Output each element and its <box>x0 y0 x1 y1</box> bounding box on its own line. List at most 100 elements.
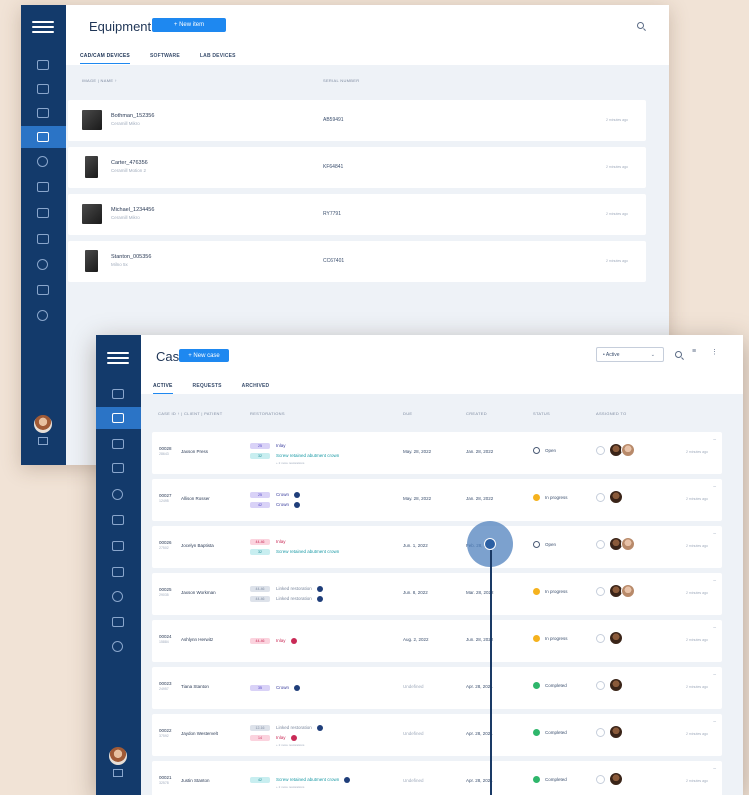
table-row[interactable]: Michael_1234456 Ceramill Mikro RY7791 2 … <box>68 194 646 235</box>
assignee-avatar[interactable] <box>621 443 635 457</box>
column-created[interactable]: CREATED <box>466 411 487 416</box>
status-label: Open <box>545 448 557 453</box>
table-row[interactable]: 00023 24957 Tiana Stanton 35 Crown Undefined A… <box>152 667 722 709</box>
tab-cad-cam[interactable]: CAD/CAM DEVICES <box>80 53 130 64</box>
clock-icon[interactable] <box>37 259 48 270</box>
row-menu-icon[interactable]: – <box>713 531 716 537</box>
tab-software[interactable]: SOFTWARE <box>150 53 180 64</box>
edit-icon[interactable] <box>596 445 605 455</box>
table-row[interactable]: 00028 28643 Jaxson Press 25 Inlay 32 Screw ret… <box>152 432 722 474</box>
user-avatar[interactable] <box>109 747 127 765</box>
assignee-avatar[interactable] <box>609 772 623 786</box>
edit-icon[interactable] <box>596 774 605 784</box>
help-icon[interactable] <box>37 310 48 321</box>
row-menu-icon[interactable]: – <box>713 578 716 584</box>
edit-icon[interactable] <box>596 727 605 737</box>
grid-icon[interactable] <box>112 389 124 399</box>
box-icon[interactable] <box>112 515 124 525</box>
row-menu-icon[interactable]: – <box>713 672 716 678</box>
sidebar <box>21 5 66 465</box>
box-icon[interactable] <box>37 182 49 192</box>
apps-icon[interactable] <box>113 769 123 777</box>
more-restorations[interactable]: + 2 more restorations <box>276 461 339 465</box>
restoration-item: 12-16 Linked restoration <box>250 723 323 732</box>
status-badge: Completed <box>533 682 567 689</box>
assignee-avatar[interactable] <box>621 584 635 598</box>
updated-time: 2 minutes ago <box>686 779 708 783</box>
row-menu-icon[interactable]: – <box>713 766 716 772</box>
assignee-avatar[interactable] <box>621 537 635 551</box>
table-row[interactable]: 00024 15884 Ashlynn Herwitz 44-46 Inlay Aug. … <box>152 620 722 662</box>
due-date: Aug. 2, 2022 <box>403 637 429 642</box>
status-icon <box>533 776 540 783</box>
more-icon[interactable]: ⋮ <box>711 348 718 356</box>
search-icon[interactable] <box>637 22 644 29</box>
device-model: Ceramill Mikro <box>111 215 140 220</box>
row-menu-icon[interactable]: – <box>713 625 716 631</box>
wallet-icon[interactable] <box>37 234 49 244</box>
table-row[interactable]: Bothman_152356 Ceramill Mikro AB59491 2 … <box>68 100 646 141</box>
table-row[interactable]: 00027 12495 Allison Rosser 25 Crown 42 Crown Ma… <box>152 479 722 521</box>
restoration-name: Linked restoration <box>276 586 312 591</box>
tab-active[interactable]: ACTIVE <box>153 383 173 394</box>
tooth-icon[interactable] <box>112 439 124 449</box>
tab-lab-devices[interactable]: LAB DEVICES <box>200 53 236 64</box>
more-restorations[interactable]: + 2 more restorations <box>276 743 323 747</box>
new-item-button[interactable]: + New item <box>152 18 226 32</box>
tooth-tag: 32 <box>250 452 270 459</box>
edit-icon[interactable] <box>596 492 605 502</box>
chart-icon[interactable] <box>112 541 124 551</box>
updated-time: 2 minutes ago <box>686 685 708 689</box>
chart-icon[interactable] <box>37 208 49 218</box>
tooth-icon[interactable] <box>37 108 49 118</box>
table-row[interactable]: 00026 27502 Jocelyn Baptista 44-46 Inlay 32 Sc… <box>152 526 722 568</box>
clock-icon[interactable] <box>112 591 123 602</box>
table-row[interactable]: 00021 32578 Justin Stanton 42 Screw retained… <box>152 761 722 795</box>
column-serial[interactable]: SERIAL NUMBER <box>323 78 359 83</box>
device-name: Michael_1234456 <box>111 207 155 213</box>
status-badge: In progress <box>533 494 568 501</box>
new-case-button[interactable]: + New case <box>179 349 229 362</box>
grid-icon[interactable] <box>37 60 49 70</box>
globe-icon[interactable] <box>112 489 123 500</box>
filter-icon[interactable]: ≡ <box>692 348 696 355</box>
more-restorations[interactable]: + 2 more restorations <box>276 785 350 789</box>
tab-archived[interactable]: ARCHIVED <box>242 383 270 394</box>
edit-icon[interactable] <box>596 633 605 643</box>
device-model: Ceramill Mikro <box>111 121 140 126</box>
cart-icon[interactable] <box>37 285 49 295</box>
edit-icon[interactable] <box>596 539 605 549</box>
status-filter-select[interactable]: • Active ⌄ <box>596 347 664 362</box>
row-menu-icon[interactable]: – <box>713 437 716 443</box>
edit-icon[interactable] <box>596 586 605 596</box>
user-avatar[interactable] <box>34 415 52 433</box>
tab-requests[interactable]: REQUESTS <box>193 383 222 394</box>
column-due[interactable]: DUE <box>403 411 412 416</box>
wallet-icon[interactable] <box>112 567 124 577</box>
sidebar-item-cases[interactable] <box>96 407 141 429</box>
table-row[interactable]: Stanton_005356 Milno 5x CC67401 2 minute… <box>68 241 646 282</box>
row-menu-icon[interactable]: – <box>713 484 716 490</box>
assignee-avatar[interactable] <box>609 725 623 739</box>
cases-icon[interactable] <box>37 84 49 94</box>
table-row[interactable]: 00025 29035 Jaxson Workman 44-46 Linked rest… <box>152 573 722 615</box>
apps-icon[interactable] <box>38 437 48 445</box>
indicator-line <box>490 550 492 795</box>
edit-icon[interactable] <box>596 680 605 690</box>
cart-icon[interactable] <box>112 617 124 627</box>
assignee-avatar[interactable] <box>609 490 623 504</box>
help-icon[interactable] <box>112 641 123 652</box>
assignee-avatar[interactable] <box>609 631 623 645</box>
table-row[interactable]: Carter_476356 Ceramill Motion 2 KF64841 … <box>68 147 646 188</box>
assignee-avatar[interactable] <box>609 678 623 692</box>
sidebar-item-equipment[interactable] <box>21 126 66 148</box>
globe-icon[interactable] <box>37 156 48 167</box>
table-row[interactable]: 00022 37592 Jaydon Westervelt 12-16 Linked r… <box>152 714 722 756</box>
equipment-icon[interactable] <box>112 463 124 473</box>
column-image-name[interactable]: IMAGE | NAME ↑ <box>82 78 117 83</box>
search-icon[interactable] <box>675 351 682 358</box>
column-status[interactable]: STATUS <box>533 411 550 416</box>
due-date: Jun. 1, 2022 <box>403 543 428 548</box>
row-menu-icon[interactable]: – <box>713 719 716 725</box>
column-case-id[interactable]: CASE ID ↑ | CLIENT | PATIENT <box>158 411 223 416</box>
